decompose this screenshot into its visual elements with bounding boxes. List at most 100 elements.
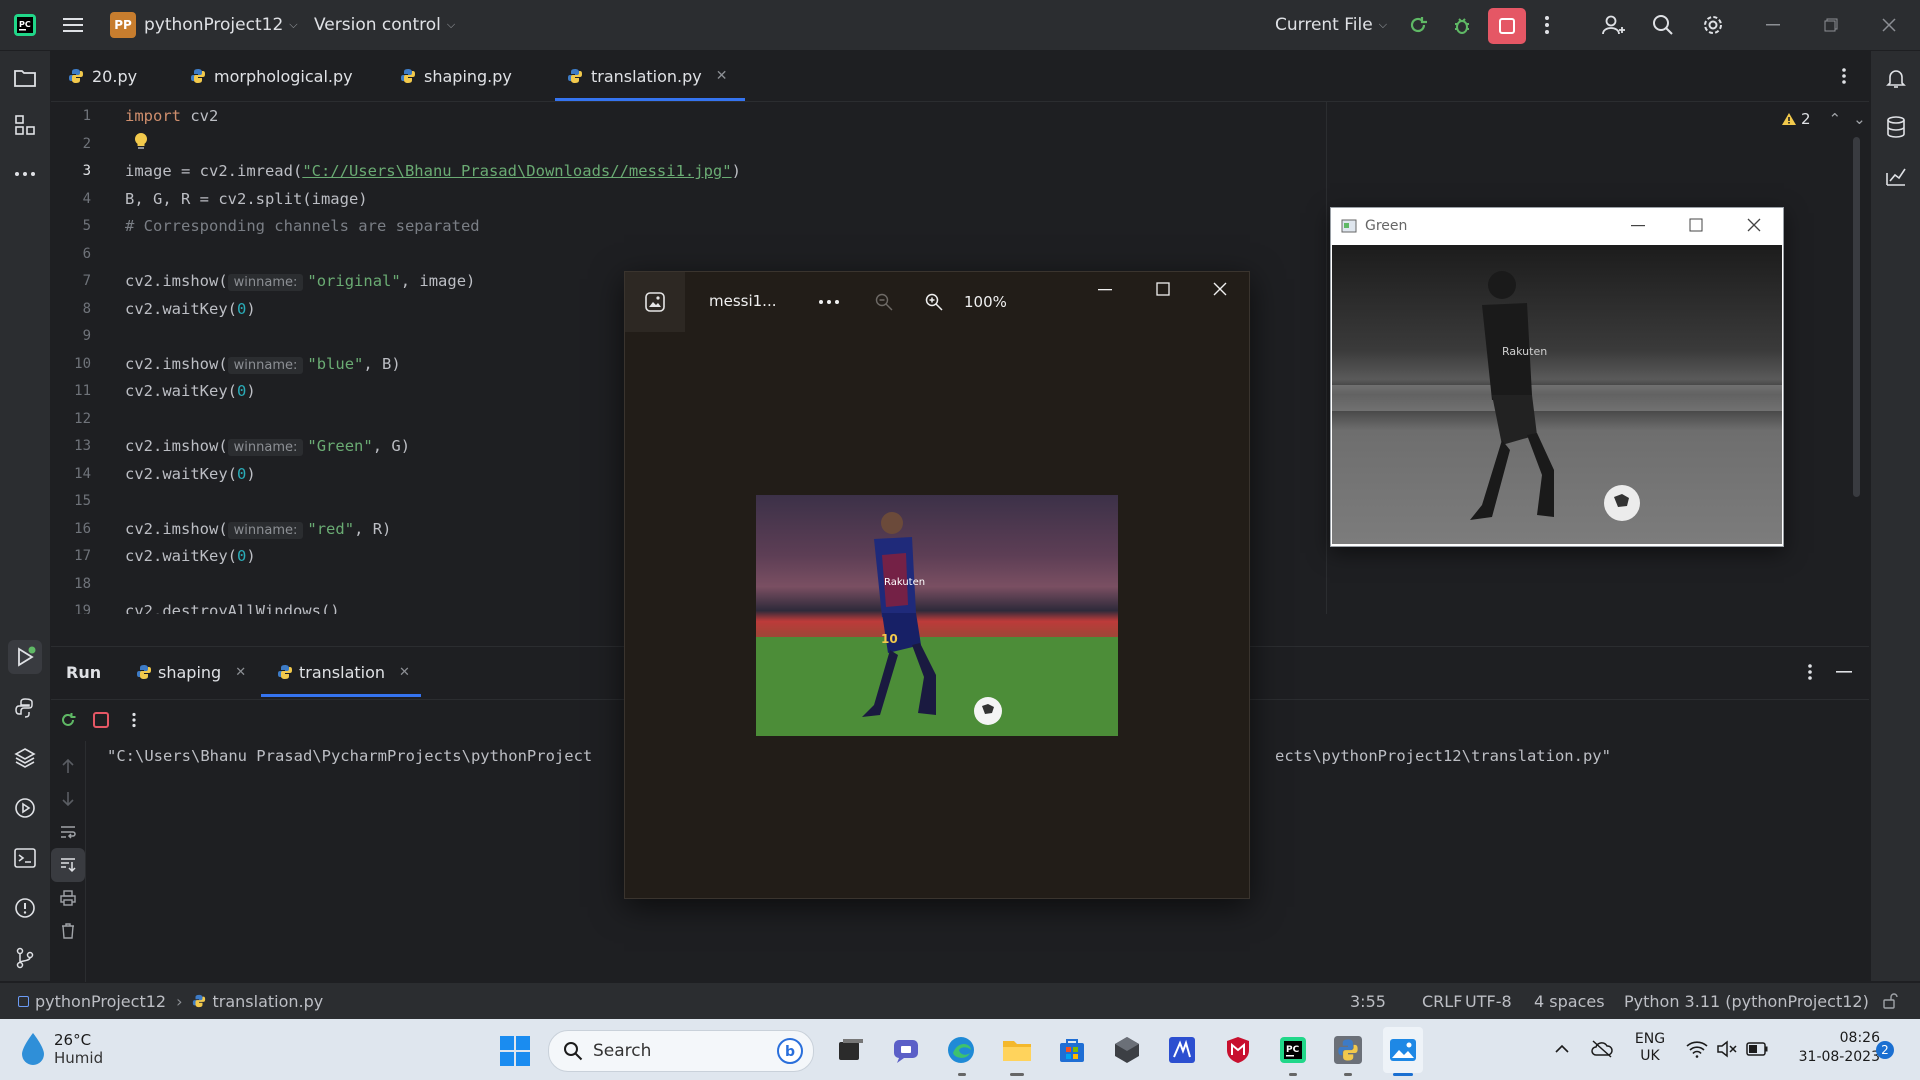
breadcrumb-file[interactable]: translation.py: [212, 992, 323, 1011]
show-hidden-icons-icon[interactable]: [1550, 1037, 1574, 1061]
python-taskbar-icon[interactable]: [1331, 1033, 1365, 1067]
edge-browser-icon[interactable]: [944, 1033, 978, 1067]
search-icon[interactable]: [1646, 8, 1680, 42]
close-window-icon[interactable]: [1213, 282, 1227, 296]
restore-window-icon[interactable]: [1814, 8, 1848, 42]
indent-settings[interactable]: 4 spaces: [1534, 983, 1605, 1019]
tab-shaping-py[interactable]: shaping.py: [400, 51, 512, 101]
stop-button[interactable]: [1488, 8, 1526, 44]
previous-highlight-icon[interactable]: ⌃: [1829, 110, 1842, 128]
more-actions-icon[interactable]: [1530, 8, 1564, 42]
photos-viewer-window[interactable]: messi1... 100% Rakuten 10: [624, 271, 1250, 899]
onedrive-offline-icon[interactable]: [1588, 1037, 1616, 1061]
close-tab-icon[interactable]: ✕: [716, 68, 728, 84]
database-icon[interactable]: [1879, 110, 1913, 144]
scroll-to-end-icon[interactable]: [51, 848, 85, 882]
services-icon[interactable]: [8, 791, 42, 825]
mcafee-icon[interactable]: [1221, 1033, 1255, 1067]
run-config-selector[interactable]: Current File ⌵: [1275, 0, 1387, 50]
close-window-icon[interactable]: [1872, 8, 1906, 42]
app-3d-icon[interactable]: [1110, 1033, 1144, 1067]
weather-widget[interactable]: 26°C Humid: [18, 1031, 103, 1067]
breadcrumb-project[interactable]: pythonProject12: [35, 992, 166, 1011]
see-more-icon[interactable]: [813, 286, 845, 318]
rerun-icon[interactable]: [51, 703, 85, 737]
close-tab-icon[interactable]: ✕: [399, 665, 410, 680]
svg-text:PC: PC: [19, 20, 31, 29]
minimize-window-icon[interactable]: [1098, 282, 1112, 296]
tab-translation-py[interactable]: translation.py ✕: [554, 51, 747, 101]
rerun-icon[interactable]: [1401, 8, 1435, 42]
line-separator[interactable]: CRLF: [1422, 983, 1462, 1019]
taskbar-search-box[interactable]: Search b: [548, 1030, 814, 1072]
tab-options-icon[interactable]: [1827, 59, 1861, 93]
trash-icon[interactable]: [51, 914, 85, 948]
green-window-titlebar[interactable]: Green: [1331, 208, 1783, 244]
clock[interactable]: 08:26 31-08-2023: [1780, 1029, 1880, 1067]
lightbulb-icon[interactable]: [133, 132, 149, 152]
wifi-icon[interactable]: [1684, 1037, 1710, 1061]
green-channel-window[interactable]: Green Rakuten: [1330, 207, 1784, 547]
scroll-down-icon[interactable]: [51, 782, 85, 816]
python-interpreter[interactable]: Python 3.11 (pythonProject12): [1624, 983, 1869, 1019]
project-folder-icon[interactable]: [8, 61, 42, 95]
photos-app-icon[interactable]: [625, 272, 685, 332]
file-explorer-icon[interactable]: [1000, 1033, 1034, 1067]
settings-gear-icon[interactable]: [1696, 8, 1730, 42]
stop-icon[interactable]: [84, 703, 118, 737]
main-menu-icon[interactable]: [56, 8, 90, 42]
project-selector[interactable]: PP pythonProject12 ⌵: [110, 0, 298, 50]
notifications-bell-icon[interactable]: [1879, 61, 1913, 95]
pycharm-taskbar-icon[interactable]: PC: [1276, 1033, 1310, 1067]
language-indicator[interactable]: ENG UK: [1628, 1031, 1672, 1065]
zoom-out-icon[interactable]: [868, 286, 900, 318]
maximize-window-icon[interactable]: [1156, 282, 1170, 296]
math-app-icon[interactable]: [1165, 1033, 1199, 1067]
file-encoding[interactable]: UTF-8: [1465, 983, 1512, 1019]
add-user-icon[interactable]: [1597, 8, 1631, 42]
inspection-widget[interactable]: 2 ⌃ ⌄: [1781, 110, 1866, 128]
zoom-in-icon[interactable]: [918, 286, 950, 318]
run-tool-icon[interactable]: [8, 640, 42, 674]
teams-chat-icon[interactable]: [889, 1033, 923, 1067]
soft-wrap-icon[interactable]: [51, 815, 85, 849]
problems-icon[interactable]: [8, 891, 42, 925]
structure-icon[interactable]: [8, 108, 42, 142]
pycharm-logo-icon[interactable]: PC: [8, 8, 42, 42]
debug-icon[interactable]: [1445, 8, 1479, 42]
more-tools-icon[interactable]: [8, 157, 42, 191]
task-view-icon[interactable]: [834, 1033, 868, 1067]
hide-panel-icon[interactable]: [1827, 655, 1861, 689]
run-options-icon[interactable]: [1793, 655, 1827, 689]
tab-morphological-py[interactable]: morphological.py: [190, 51, 353, 101]
line-number: 4: [82, 191, 91, 207]
git-icon[interactable]: [8, 941, 42, 975]
speaker-muted-icon[interactable]: [1714, 1037, 1740, 1061]
tab-20-py[interactable]: 20.py: [68, 51, 137, 101]
unlock-icon[interactable]: [1882, 983, 1898, 1019]
battery-icon[interactable]: [1744, 1037, 1770, 1061]
next-highlight-icon[interactable]: ⌄: [1853, 110, 1866, 128]
close-tab-icon[interactable]: ✕: [235, 665, 246, 680]
terminal-icon[interactable]: [8, 841, 42, 875]
maximize-window-icon[interactable]: [1689, 218, 1703, 232]
windows-start-icon[interactable]: [497, 1033, 533, 1069]
close-window-icon[interactable]: [1747, 218, 1761, 232]
minimize-window-icon[interactable]: [1631, 218, 1645, 232]
print-icon[interactable]: [51, 881, 85, 915]
sciview-icon[interactable]: [1879, 159, 1913, 193]
minimize-window-icon[interactable]: [1756, 8, 1790, 42]
microsoft-store-icon[interactable]: [1055, 1033, 1089, 1067]
scroll-up-icon[interactable]: [51, 749, 85, 783]
zoom-level[interactable]: 100%: [964, 293, 1007, 311]
run-tab-translation[interactable]: translation ✕: [277, 647, 410, 697]
run-tab-shaping[interactable]: shaping ✕: [136, 647, 246, 697]
python-console-icon[interactable]: [8, 691, 42, 725]
version-control-menu[interactable]: Version control ⌵: [314, 0, 455, 50]
python-packages-icon[interactable]: [8, 741, 42, 775]
notification-badge[interactable]: 2: [1876, 1041, 1894, 1059]
more-run-actions-icon[interactable]: [117, 703, 151, 737]
caret-position[interactable]: 3:55: [1350, 983, 1386, 1019]
editor-scrollbar[interactable]: [1853, 137, 1860, 497]
photos-taskbar-icon[interactable]: [1383, 1027, 1423, 1073]
